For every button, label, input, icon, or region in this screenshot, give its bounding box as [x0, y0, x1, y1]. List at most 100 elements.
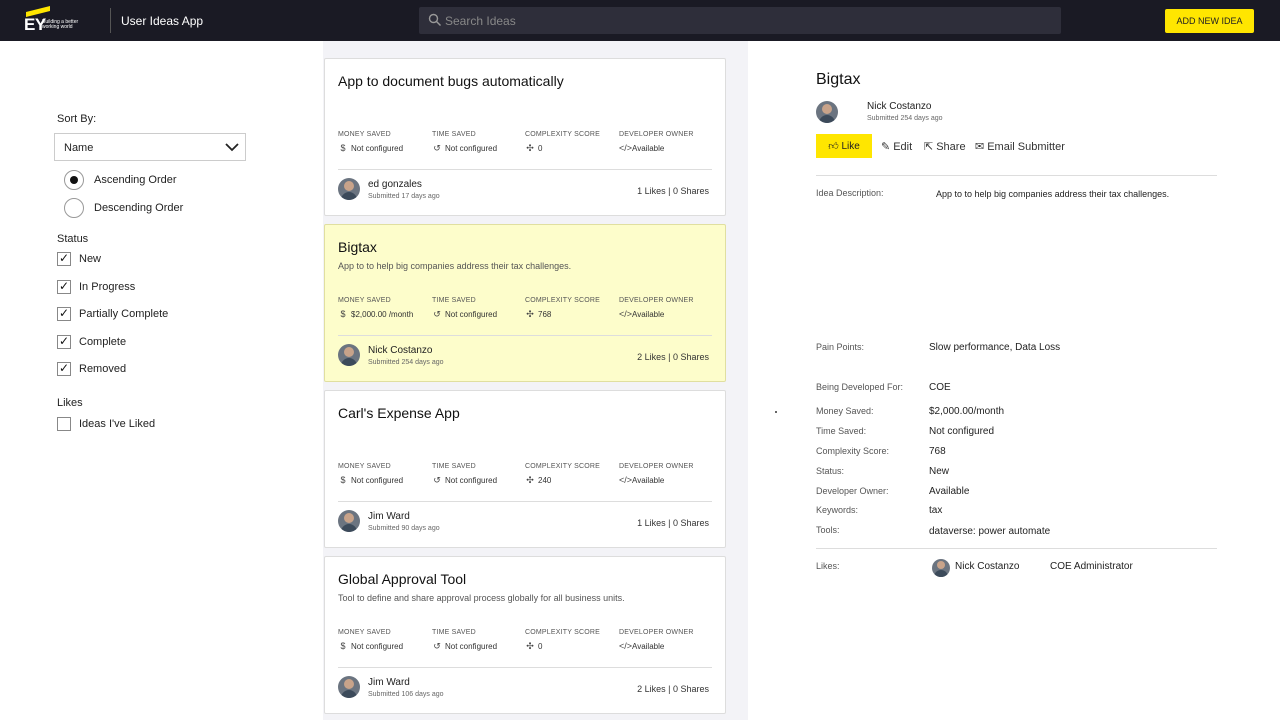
like-button[interactable]: 👍︎ Like	[816, 134, 872, 158]
money-saved-label: Money Saved:	[816, 406, 874, 416]
money-saved-metric: MONEY SAVED $ Not configured	[338, 629, 403, 651]
like-label: Like	[841, 141, 860, 152]
idea-title[interactable]: Bigtax	[338, 239, 377, 255]
status-removed-label[interactable]: Removed	[79, 363, 126, 375]
complexity-metric: COMPLEXITY SCORE ✣ 768	[525, 297, 600, 320]
status-partially-complete-label[interactable]: Partially Complete	[79, 308, 168, 320]
time-saved-metric: TIME SAVED ↺ Not configured	[432, 629, 497, 652]
submitter-name: ed gonzales	[368, 179, 422, 190]
detail-divider	[816, 548, 1217, 549]
status-complete-label[interactable]: Complete	[79, 336, 126, 348]
developer-owner-label: DEVELOPER OWNER	[619, 629, 694, 636]
header-divider	[110, 8, 111, 33]
ey-logo[interactable]: EY Building a better working world	[22, 6, 82, 36]
money-saved-value: Not configured	[351, 476, 404, 485]
idea-detail-panel: Bigtax Nick Costanzo Submitted 254 days …	[748, 41, 1280, 720]
detail-submitter-name: Nick Costanzo	[867, 101, 932, 112]
idea-card-selected[interactable]: Bigtax App to to help big companies addr…	[324, 224, 726, 382]
likes-label: Likes:	[816, 561, 840, 571]
status-new-label[interactable]: New	[79, 253, 101, 265]
money-saved-metric: MONEY SAVED $ Not configured	[338, 131, 403, 153]
history-icon: ↺	[433, 475, 441, 485]
ascending-order-radio[interactable]	[64, 170, 84, 190]
dollar-circle-icon: $	[340, 475, 346, 485]
idea-card[interactable]: App to document bugs automatically MONEY…	[324, 58, 726, 216]
logo-tagline: Building a better working world	[42, 19, 79, 30]
idea-description: App to to help big companies address the…	[338, 261, 572, 271]
status-section-label: Status	[57, 233, 89, 245]
stray-dot	[775, 411, 777, 413]
time-saved-metric: TIME SAVED ↺ Not configured	[432, 463, 497, 486]
status-in-progress-checkbox[interactable]	[57, 279, 71, 294]
top-bar: EY Building a better working world User …	[0, 0, 1280, 41]
descending-order-radio[interactable]	[64, 198, 84, 218]
avatar	[932, 559, 950, 577]
money-saved-metric: MONEY SAVED $ Not configured	[338, 463, 403, 485]
history-icon: ↺	[433, 309, 441, 319]
time-saved-value: Not configured	[445, 642, 498, 651]
status-in-progress-label[interactable]: In Progress	[79, 281, 135, 293]
status-complete-checkbox[interactable]	[57, 334, 71, 349]
puzzle-icon: ✣	[526, 309, 534, 319]
status-new-checkbox[interactable]	[57, 251, 71, 266]
keywords-label: Keywords:	[816, 505, 859, 515]
status-removed-checkbox[interactable]	[57, 361, 71, 376]
tools-label: Tools:	[816, 525, 840, 535]
status-partially-complete-checkbox[interactable]	[57, 306, 71, 321]
idea-title[interactable]: Global Approval Tool	[338, 571, 466, 587]
keywords-value: tax	[929, 505, 943, 516]
edit-button[interactable]: ✎ Edit	[881, 140, 912, 153]
app-title: User Ideas App	[121, 14, 204, 28]
idea-card[interactable]: Carl's Expense App MONEY SAVED $ Not conf…	[324, 390, 726, 548]
money-saved-label: MONEY SAVED	[338, 131, 391, 138]
submitted-date: Submitted 90 days ago	[368, 525, 440, 532]
ascending-order-label[interactable]: Ascending Order	[94, 174, 177, 186]
idea-title[interactable]: App to document bugs automatically	[338, 73, 564, 89]
complexity-metric: COMPLEXITY SCORE ✣ 0	[525, 629, 600, 652]
ideas-liked-checkbox[interactable]	[57, 417, 71, 431]
developer-owner-value: Available	[929, 486, 970, 497]
ideas-list: App to document bugs automatically MONEY…	[323, 41, 748, 720]
time-saved-label: TIME SAVED	[432, 131, 476, 138]
sort-dropdown-value: Name	[64, 142, 94, 154]
code-icon: </>	[619, 475, 633, 485]
time-saved-metric: TIME SAVED ↺ Not configured	[432, 297, 497, 320]
complexity-value: 0	[538, 642, 543, 651]
idea-title[interactable]: Carl's Expense App	[338, 405, 460, 421]
idea-card[interactable]: Global Approval Tool Tool to define and …	[324, 556, 726, 714]
time-saved-label: TIME SAVED	[432, 629, 476, 636]
share-button[interactable]: ⇱ Share	[924, 140, 966, 153]
liker-role: COE Administrator	[1050, 561, 1133, 572]
edit-label: Edit	[893, 141, 913, 153]
money-saved-label: MONEY SAVED	[338, 629, 391, 636]
developer-owner-metric: DEVELOPER OWNER </>Available	[619, 463, 694, 485]
code-icon: </>	[619, 143, 633, 153]
avatar	[338, 344, 360, 366]
search-icon	[428, 13, 441, 26]
search-box[interactable]	[419, 7, 1061, 34]
developer-owner-value: Available	[632, 310, 665, 319]
edit-icon: ✎	[881, 141, 891, 153]
developer-owner-label: Developer Owner:	[816, 486, 889, 496]
developed-for-value: COE	[929, 382, 951, 393]
card-divider	[338, 169, 712, 170]
dollar-circle-icon: $	[340, 309, 346, 319]
ideas-liked-label[interactable]: Ideas I've Liked	[79, 418, 155, 430]
submitter-name: Nick Costanzo	[368, 345, 433, 356]
time-saved-value: Not configured	[445, 310, 498, 319]
developer-owner-label: DEVELOPER OWNER	[619, 297, 694, 304]
email-submitter-button[interactable]: ✉ Email Submitter	[975, 140, 1065, 153]
money-saved-label: MONEY SAVED	[338, 463, 391, 470]
time-saved-value: Not configured	[445, 144, 498, 153]
complexity-label: COMPLEXITY SCORE	[525, 131, 601, 138]
thumbs-up-icon: 👍︎	[828, 141, 842, 152]
complexity-value: 240	[538, 476, 552, 485]
add-new-idea-button[interactable]: ADD NEW IDEA	[1165, 9, 1254, 33]
dollar-circle-icon: $	[340, 641, 346, 651]
descending-order-label[interactable]: Descending Order	[94, 202, 183, 214]
likes-shares-count: 2 Likes | 0 Shares	[637, 684, 709, 694]
search-input[interactable]	[445, 7, 1045, 34]
card-divider	[338, 501, 712, 502]
sort-dropdown[interactable]: Name	[54, 133, 246, 161]
developer-owner-metric: DEVELOPER OWNER </>Available	[619, 131, 694, 153]
